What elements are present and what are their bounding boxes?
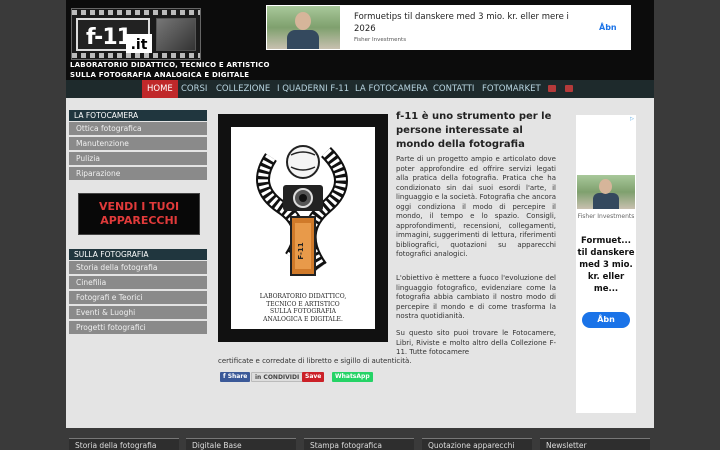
footer-newsletter[interactable]: Newsletter — [540, 438, 650, 450]
sidebar-item-cinefilia[interactable]: Cinefilia — [69, 276, 207, 290]
footer-stampa[interactable]: Stampa fotografica — [304, 438, 414, 450]
sidebar-item-pulizia[interactable]: Pulizia — [69, 152, 207, 166]
sidebar-item-storia[interactable]: Storia della fotografia — [69, 261, 207, 275]
side-ad-person-body — [593, 193, 619, 209]
intro-paragraph-3: Su questo sito puoi trovare le Fotocamer… — [396, 329, 556, 356]
main-heading: f-11 è uno strumento per le persone inte… — [396, 111, 552, 150]
sidebar-item-riparazione[interactable]: Riparazione — [69, 167, 207, 181]
whatsapp-share-button[interactable]: WhatsApp — [332, 372, 373, 382]
logo-box: f-11 .it — [76, 18, 152, 56]
side-ad-photo — [577, 175, 635, 209]
nav-corsi[interactable]: CORSI — [181, 80, 207, 98]
footer-storia[interactable]: Storia della fotografia — [69, 438, 179, 450]
hero-poster: F-11 LABORATORIO DIDATTICO, TECNICO E AR… — [218, 114, 388, 342]
logo-text: f-11 — [86, 25, 132, 50]
sidebar-item-fotografi[interactable]: Fotografi e Teorici — [69, 291, 207, 305]
site-logo[interactable]: f-11 .it — [71, 8, 201, 60]
poster-artwork: F-11 LABORATORIO DIDATTICO, TECNICO E AR… — [231, 127, 375, 329]
side-ad-title[interactable]: Formuet... til danskere med 3 mio. kr. e… — [576, 235, 636, 295]
nav-fotocamera[interactable]: LA FOTOCAMERA — [355, 80, 428, 98]
linkedin-share-button[interactable]: in CONDIVIDI — [251, 372, 304, 382]
sell-cameras-banner[interactable]: VENDI I TUOI APPARECCHI — [78, 193, 200, 235]
banner-line-2: APPARECCHI — [100, 214, 178, 227]
poster-line-2: TECNICO E ARTISTICO — [266, 300, 340, 308]
facebook-share-button[interactable]: f Share — [220, 372, 251, 382]
sidebar-item-manutenzione[interactable]: Manutenzione — [69, 137, 207, 151]
page: f-11 .it LABORATORIO DIDATTICO, TECNICO … — [66, 0, 654, 450]
nav-home[interactable]: HOME — [142, 80, 178, 98]
nav-contatti[interactable]: CONTATTI — [433, 80, 474, 98]
poster-line-1: LABORATORIO DIDATTICO, — [259, 293, 347, 300]
tagline-line-1: LABORATORIO DIDATTICO, TECNICO E ARTISTI… — [70, 61, 270, 69]
nav-collezione[interactable]: COLLEZIONE — [216, 80, 270, 98]
intro-paragraph-3-cont: certificate e corredate di libretto e si… — [218, 357, 412, 365]
ad-open-button[interactable]: Åbn — [599, 23, 617, 32]
side-ad-source: Fisher Investments — [577, 213, 635, 220]
sidebar-item-progetti[interactable]: Progetti fotografici — [69, 321, 207, 335]
side-ad-person-face — [599, 179, 612, 194]
intro-paragraph-1: Parte di un progetto ampio e articolato … — [396, 155, 556, 258]
poster-caption: LABORATORIO DIDATTICO, TECNICO E ARTISTI… — [237, 293, 369, 323]
film-strip-top — [72, 10, 200, 15]
ad-person-body — [287, 30, 319, 49]
nav-quaderni[interactable]: I QUADERNI F-11 — [277, 80, 349, 98]
sidebar-item-ottica[interactable]: Ottica fotografica — [69, 122, 207, 136]
camera-film-illustration: F-11 — [256, 145, 348, 276]
film-frame-icon — [156, 18, 196, 51]
top-advertisement[interactable]: Formuetips til danskere med 3 mio. kr. e… — [266, 5, 631, 50]
main-nav: HOME CORSI COLLEZIONE I QUADERNI F-11 LA… — [66, 80, 654, 98]
sidebar-item-eventi[interactable]: Eventi & Luoghi — [69, 306, 207, 320]
svg-text:F-11: F-11 — [297, 242, 305, 259]
footer-digitale[interactable]: Digitale Base — [186, 438, 296, 450]
ad-photo — [267, 6, 340, 49]
side-ad-open-button[interactable]: Åbn — [582, 312, 630, 328]
film-strip-bottom — [72, 53, 200, 58]
site-header: f-11 .it LABORATORIO DIDATTICO, TECNICO … — [66, 0, 654, 80]
banner-line-1: VENDI I TUOI — [98, 200, 180, 213]
side-advertisement[interactable]: ▷ Fisher Investments Formuet... til dans… — [576, 115, 636, 413]
site-tagline: LABORATORIO DIDATTICO, TECNICO E ARTISTI… — [70, 60, 270, 80]
ad-source: Fisher Investments — [354, 37, 407, 43]
footer-quotazione[interactable]: Quotazione apparecchi — [422, 438, 532, 450]
instagram-icon[interactable] — [565, 85, 573, 92]
poster-line-3: SULLA FOTOGRAFIA — [270, 308, 336, 315]
ad-choices-icon[interactable]: ▷ — [630, 116, 634, 122]
poster-line-4: ANALOGICA E DIGITALE. — [263, 315, 343, 323]
ad-person-face — [295, 12, 311, 30]
sidebar-heading-fotocamera: LA FOTOCAMERA — [69, 110, 207, 121]
intro-paragraph-2: L'obiettivo è mettere a fuoco l'evoluzio… — [396, 274, 556, 320]
tagline-line-2: SULLA FOTOGRAFIA ANALOGICA E DIGITALE — [70, 71, 250, 79]
ad-title[interactable]: Formuetips til danskere med 3 mio. kr. e… — [354, 11, 574, 35]
sidebar-heading-fotografia: SULLA FOTOGRAFIA — [69, 249, 207, 260]
facebook-icon[interactable] — [548, 85, 556, 92]
pinterest-save-button[interactable]: Save — [302, 372, 325, 382]
nav-fotomarket[interactable]: FOTOMARKET — [482, 80, 541, 98]
